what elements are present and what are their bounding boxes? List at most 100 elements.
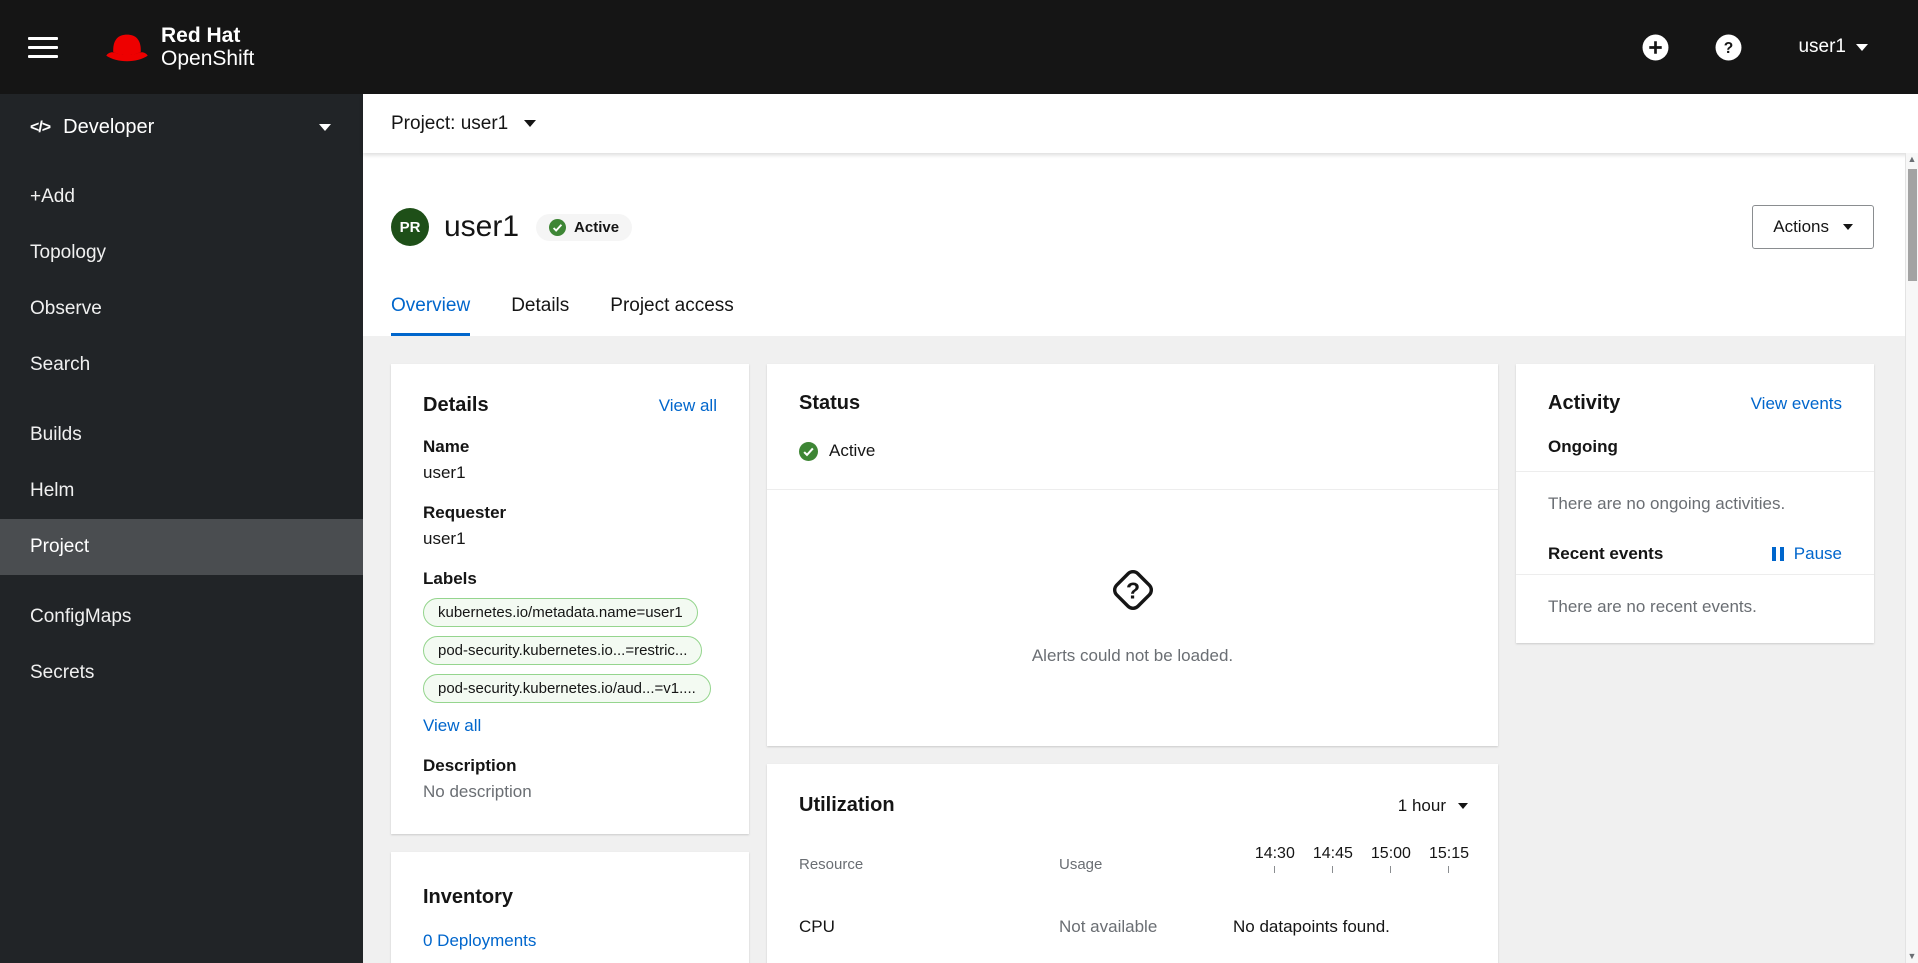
title-row: PR user1 Active Actions	[391, 205, 1874, 249]
actions-label: Actions	[1773, 217, 1829, 236]
caret-down-icon	[1458, 802, 1468, 809]
status-value: Active	[829, 441, 876, 460]
sidebar-item-builds[interactable]: Builds	[0, 407, 363, 463]
page-title: user1	[444, 210, 520, 243]
plus-circle-icon	[1642, 34, 1669, 60]
redhat-hat-icon	[106, 34, 148, 62]
labels-list: kubernetes.io/metadata.name=user1 pod-se…	[423, 589, 717, 703]
label-pill[interactable]: pod-security.kubernetes.io...=restric...	[423, 636, 703, 665]
scroll-area: PR user1 Active Actions Overview Details…	[363, 153, 1918, 963]
time-tick-label: 15:15	[1428, 845, 1469, 862]
details-view-all-link[interactable]: View all	[659, 396, 717, 416]
caret-down-icon	[1843, 224, 1853, 230]
sidebar-item-configmaps[interactable]: ConfigMaps	[0, 589, 363, 645]
axis-tick-mark	[1448, 866, 1450, 873]
status-row: Active	[799, 441, 1466, 461]
pause-button[interactable]: Pause	[1771, 544, 1842, 564]
activity-card: Activity View events Ongoing There are n…	[1516, 364, 1874, 643]
resource-datapoints: No datapoints found.	[1233, 917, 1390, 936]
inventory-card-title: Inventory	[423, 886, 514, 908]
time-tick-label: 14:45	[1312, 845, 1353, 862]
status-section: Status Active	[767, 364, 1498, 490]
project-selector[interactable]: Project: user1	[363, 94, 1918, 153]
axis-tick-mark	[1390, 866, 1392, 873]
scrollbar-down-arrow[interactable]: ▼	[1908, 950, 1917, 963]
nav-toggle-button[interactable]	[28, 33, 58, 62]
sidebar-item-topology[interactable]: Topology	[0, 225, 363, 281]
recent-events-section: There are no recent events.	[1516, 575, 1874, 643]
vertical-scrollbar[interactable]: ▲ ▼	[1905, 153, 1918, 963]
pause-button-label: Pause	[1793, 544, 1842, 563]
time-tick-label: 14:30	[1254, 845, 1295, 862]
brand-redhat-text: Red Hat	[161, 23, 241, 47]
activity-card-title: Activity	[1548, 392, 1621, 414]
actions-dropdown-button[interactable]: Actions	[1752, 205, 1874, 249]
duration-value: 1 hour	[1397, 795, 1446, 815]
ongoing-section: There are no ongoing activities. Recent …	[1516, 472, 1874, 575]
ongoing-empty-message: There are no ongoing activities.	[1548, 494, 1786, 513]
help-button[interactable]: ?	[1715, 34, 1742, 61]
app-body: </> Developer +Add Topology Observe Sear…	[0, 94, 1918, 963]
utilization-card-title: Utilization	[799, 794, 895, 816]
inventory-card: Inventory 0 Deployments	[391, 852, 749, 963]
main-content: Project: user1 PR user1 Active Actions O…	[363, 94, 1918, 963]
utilization-header-row: Resource Usage 14:30 14:45 15:00 15:15	[799, 845, 1469, 873]
sidebar-item-search[interactable]: Search	[0, 337, 363, 393]
requester-field-label: Requester	[423, 503, 507, 522]
sidebar-group-3: ConfigMaps Secrets	[0, 589, 363, 701]
sidebar-group-2: Builds Helm Project	[0, 407, 363, 575]
caret-down-icon	[524, 120, 537, 127]
user-menu[interactable]: user1	[1798, 36, 1868, 58]
scrollbar-up-arrow[interactable]: ▲	[1908, 153, 1917, 166]
sidebar-item-add[interactable]: +Add	[0, 169, 363, 225]
axis-tick-mark	[1274, 866, 1276, 873]
alerts-section: ? Alerts could not be loaded.	[767, 490, 1498, 746]
utilization-table: Resource Usage 14:30 14:45 15:00 15:15 C…	[767, 845, 1498, 963]
alerts-empty-state: ? Alerts could not be loaded.	[799, 518, 1466, 718]
time-tick: 15:00	[1371, 845, 1411, 873]
utilization-row-cpu: CPU Not available No datapoints found.	[799, 917, 1469, 937]
ongoing-label: Ongoing	[1548, 437, 1618, 456]
label-pill[interactable]: kubernetes.io/metadata.name=user1	[423, 598, 698, 627]
label-pill[interactable]: pod-security.kubernetes.io/aud...=v1....	[423, 674, 711, 703]
redhat-openshift-logo: Red Hat OpenShift	[104, 24, 254, 70]
check-circle-icon	[799, 441, 818, 461]
deployments-link[interactable]: 0 Deployments	[423, 931, 536, 951]
requester-field-value: user1	[423, 529, 466, 548]
alerts-empty-message: Alerts could not be loaded.	[1031, 646, 1234, 665]
sidebar-item-secrets[interactable]: Secrets	[0, 645, 363, 701]
description-field-value: No description	[423, 782, 532, 801]
time-tick: 14:45	[1313, 845, 1353, 873]
sidebar-item-helm[interactable]: Helm	[0, 463, 363, 519]
tab-overview[interactable]: Overview	[391, 295, 471, 336]
middle-column: Status Active ? Alerts could not be load…	[767, 364, 1498, 963]
left-column: Details View all Name user1 Requester us…	[391, 364, 749, 963]
project-resource-badge: PR	[391, 208, 429, 246]
caret-down-icon	[1856, 43, 1868, 51]
details-card-title: Details	[423, 394, 489, 416]
check-circle-icon	[549, 218, 567, 236]
openshift-console: Red Hat OpenShift ? user1 </> Developer …	[0, 0, 1918, 963]
caret-down-icon	[319, 124, 331, 131]
tab-details[interactable]: Details	[511, 295, 569, 336]
quick-create-button[interactable]	[1642, 34, 1669, 61]
name-field-value: user1	[423, 463, 466, 482]
duration-dropdown[interactable]: 1 hour	[1398, 796, 1468, 816]
labels-view-all-link[interactable]: View all	[423, 716, 481, 736]
status-badge: Active	[536, 213, 633, 241]
time-tick: 14:30	[1255, 845, 1295, 873]
perspective-switcher[interactable]: </> Developer	[0, 94, 363, 159]
svg-text:?: ?	[1724, 40, 1734, 57]
recent-events-row: Recent events Pause	[1548, 544, 1842, 564]
utilization-card: Utilization 1 hour Resource Usage 14:30 …	[767, 764, 1498, 963]
recent-empty-message: There are no recent events.	[1548, 597, 1757, 616]
question-circle-icon: ?	[1715, 34, 1742, 60]
sidebar-item-observe[interactable]: Observe	[0, 281, 363, 337]
tab-project-access[interactable]: Project access	[610, 295, 734, 336]
status-badge-label: Active	[574, 218, 620, 236]
user-menu-label: user1	[1798, 36, 1846, 57]
sidebar-item-project[interactable]: Project	[0, 519, 363, 575]
view-events-link[interactable]: View events	[1751, 394, 1842, 414]
details-card: Details View all Name user1 Requester us…	[391, 364, 749, 834]
scrollbar-thumb[interactable]	[1907, 169, 1917, 281]
